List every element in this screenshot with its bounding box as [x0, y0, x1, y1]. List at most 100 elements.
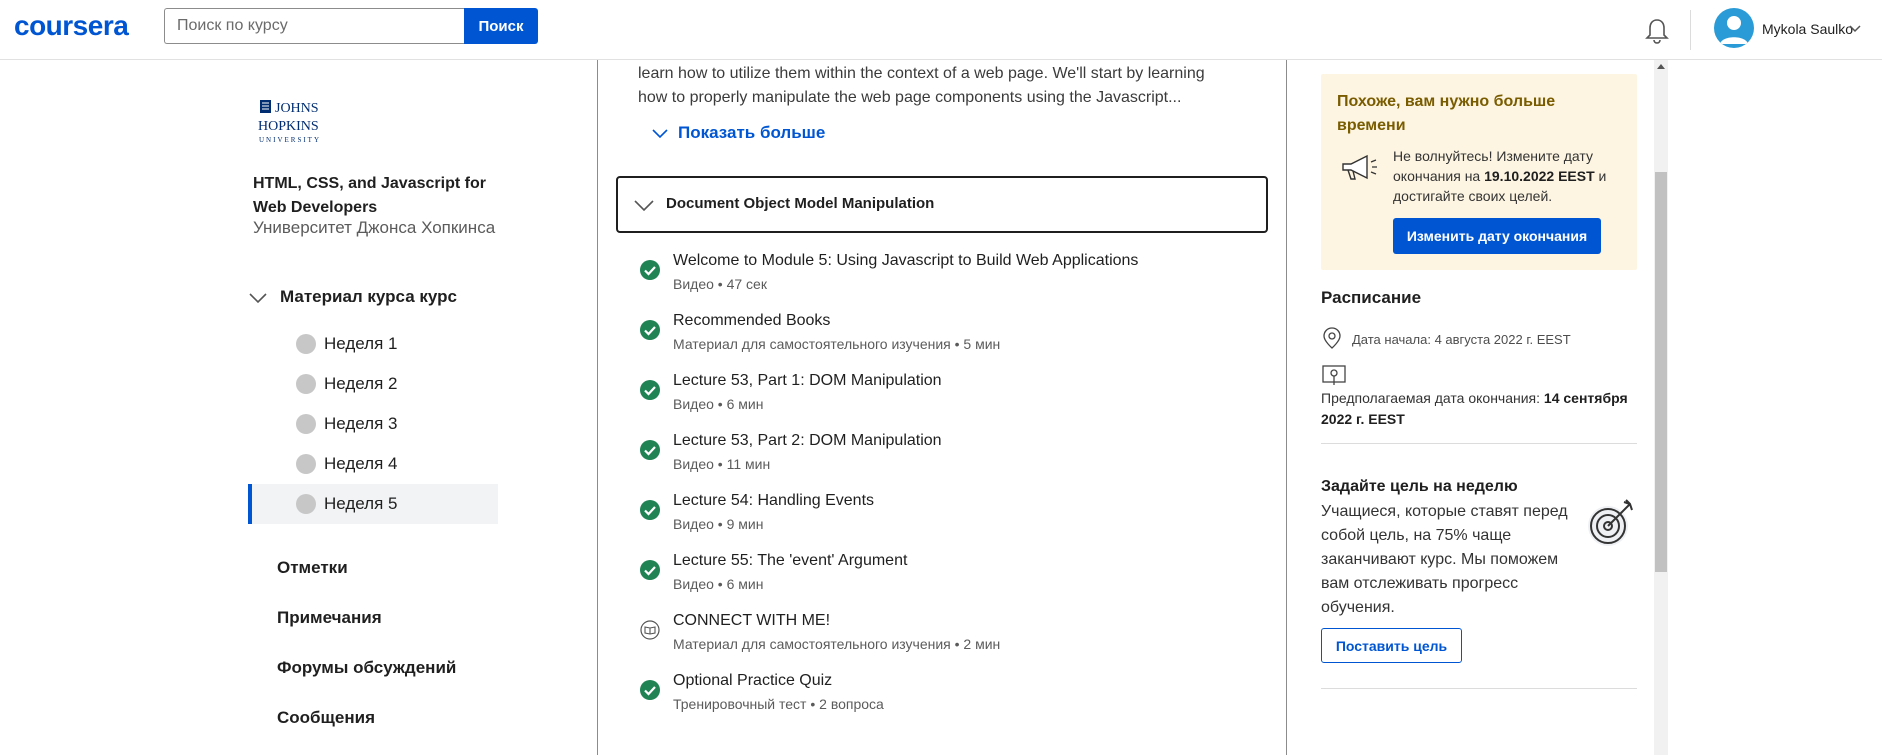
sidebar-link-notes[interactable]: Примечания [277, 608, 382, 628]
goal-text: Учащиеся, которые ставят перед собой цел… [1321, 503, 1568, 616]
sidebar-item-week-2[interactable]: Неделя 2 [248, 364, 498, 404]
target-icon [1588, 499, 1633, 546]
week-label: Неделя 1 [324, 334, 398, 353]
item-title: Optional Practice Quiz [673, 672, 833, 689]
list-item[interactable]: Lecture 55: The 'event' Argument Видео •… [640, 552, 1260, 602]
week-label: Неделя 4 [324, 454, 398, 473]
notice-text: Не волнуйтесь! Измените дату окончания н… [1393, 146, 1623, 206]
chevron-down-icon[interactable] [1848, 22, 1862, 36]
module-description: learn how to utilize them within the con… [638, 65, 1205, 106]
week-label: Неделя 3 [324, 414, 398, 433]
change-deadline-button[interactable]: Изменить дату окончания [1393, 218, 1601, 254]
list-item[interactable]: CONNECT WITH ME! Материал для самостояте… [640, 612, 1260, 662]
sidebar-link-messages[interactable]: Сообщения [277, 708, 375, 728]
finish-flag-icon [1322, 365, 1346, 385]
item-title: Lecture 54: Handling Events [673, 492, 875, 509]
sidebar-item-week-3[interactable]: Неделя 3 [248, 404, 498, 444]
chevron-down-icon [652, 129, 668, 139]
week-status-icon [296, 374, 316, 394]
sidebar-item-week-5[interactable]: Неделя 5 [248, 484, 498, 524]
chevron-down-icon [249, 293, 267, 304]
check-circle-icon [640, 680, 660, 700]
coursera-logo[interactable]: coursera [14, 10, 129, 42]
item-title: Welcome to Module 5: Using Javascript to… [673, 252, 1139, 269]
item-meta: Видео • 9 мин [673, 516, 764, 532]
schedule-title: Расписание [1321, 288, 1422, 307]
check-circle-icon [640, 260, 660, 280]
week-label: Неделя 2 [324, 374, 398, 393]
schedule-end-date: Предполагаемая дата окончания: 14 сентяб… [1321, 388, 1639, 430]
divider [1321, 443, 1637, 444]
list-item[interactable]: Optional Practice Quiz Тренировочный тес… [640, 672, 1260, 722]
item-meta: Тренировочный тест • 2 вопроса [673, 696, 884, 712]
search-button[interactable]: Поиск [464, 8, 538, 44]
week-label: Неделя 5 [324, 494, 398, 513]
active-indicator [248, 484, 252, 524]
book-icon [640, 620, 660, 640]
notice-title: Похоже, вам нужно больше времени [1337, 93, 1556, 134]
item-meta: Видео • 6 мин [673, 396, 764, 412]
week-status-icon [296, 334, 316, 354]
item-meta: Материал для самостоятельного изучения •… [673, 336, 1001, 352]
item-title: CONNECT WITH ME! [673, 612, 831, 629]
item-meta: Видео • 11 мин [673, 456, 771, 472]
location-pin-icon [1323, 327, 1341, 349]
header-divider [1690, 10, 1691, 50]
week-status-icon [296, 454, 316, 474]
check-circle-icon [640, 380, 660, 400]
notice-date: 19.10.2022 EEST [1484, 168, 1595, 184]
course-search-input[interactable] [164, 8, 464, 44]
list-item[interactable]: Welcome to Module 5: Using Javascript to… [640, 252, 1260, 302]
week-status-icon [296, 414, 316, 434]
list-item[interactable]: Recommended Books Материал для самостоят… [640, 312, 1260, 362]
course-university: Университет Джонса Хопкинса [253, 218, 496, 237]
megaphone-icon [1342, 154, 1377, 180]
goal-title: Задайте цель на неделю [1321, 478, 1518, 495]
check-circle-icon [640, 320, 660, 340]
column-divider [1286, 60, 1287, 755]
user-avatar[interactable] [1714, 8, 1754, 48]
bell-icon[interactable] [1642, 16, 1672, 46]
university-logo: JOHNS HOPKINS UNIVERSITY [258, 100, 321, 144]
show-more-label: Показать больше [678, 123, 826, 142]
check-circle-icon [640, 500, 660, 520]
item-title: Lecture 55: The 'event' Argument [673, 552, 908, 569]
module-header[interactable]: Document Object Model Manipulation [616, 176, 1268, 233]
course-material-toggle[interactable]: Материал курса курс [248, 284, 508, 314]
scroll-up-arrow-icon[interactable] [1657, 64, 1665, 69]
deadline-notice: Похоже, вам нужно больше времени Не волн… [1321, 74, 1637, 270]
course-title[interactable]: HTML, CSS, and Javascript for Web Develo… [253, 172, 513, 220]
sidebar-item-week-4[interactable]: Неделя 4 [248, 444, 498, 484]
list-item[interactable]: Lecture 53, Part 1: DOM Manipulation Вид… [640, 372, 1260, 422]
user-name[interactable]: Mykola Saulko [1762, 21, 1853, 37]
top-header: coursera Поиск Mykola Saulko [0, 0, 1882, 60]
list-item[interactable]: Lecture 53, Part 2: DOM Manipulation Вид… [640, 432, 1260, 482]
sidebar-item-week-1[interactable]: Неделя 1 [248, 324, 498, 364]
chevron-down-icon [634, 200, 654, 212]
module-title: Document Object Model Manipulation [666, 195, 935, 212]
user-avatar-icon [1720, 16, 1748, 44]
divider [1321, 688, 1637, 689]
item-title: Lecture 53, Part 2: DOM Manipulation [673, 432, 942, 449]
svg-text:HOPKINS: HOPKINS [258, 119, 319, 134]
schedule-start-date: Дата начала: 4 августа 2022 г. EEST [1352, 332, 1571, 347]
item-title: Lecture 53, Part 1: DOM Manipulation [673, 372, 942, 389]
item-meta: Материал для самостоятельного изучения •… [673, 636, 1001, 652]
list-item[interactable]: Lecture 54: Handling Events Видео • 9 ми… [640, 492, 1260, 542]
sidebar-link-grades[interactable]: Отметки [277, 558, 348, 578]
set-goal-button[interactable]: Поставить цель [1321, 628, 1462, 663]
week-status-icon [296, 494, 316, 514]
course-material-label: Материал курса курс [280, 287, 457, 306]
schedule-end-label: Предполагаемая дата окончания: [1321, 390, 1544, 406]
item-meta: Видео • 47 сек [673, 276, 767, 292]
svg-text:UNIVERSITY: UNIVERSITY [259, 136, 321, 144]
check-circle-icon [640, 440, 660, 460]
item-title: Recommended Books [673, 312, 831, 329]
column-divider [597, 60, 598, 755]
scrollbar-thumb[interactable] [1655, 172, 1667, 572]
app-root: coursera Поиск Mykola Saulko JOHNS HOPKI… [0, 0, 1882, 755]
svg-text:JOHNS: JOHNS [275, 101, 319, 116]
check-circle-icon [640, 560, 660, 580]
item-meta: Видео • 6 мин [673, 576, 764, 592]
sidebar-link-forums[interactable]: Форумы обсуждений [277, 658, 456, 678]
